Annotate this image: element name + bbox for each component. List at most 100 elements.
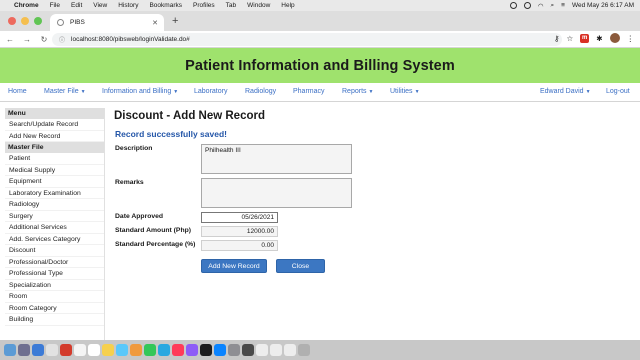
nav-pharmacy[interactable]: Pharmacy [293,88,325,95]
extension-puzzle-icon[interactable]: ✱ [596,34,602,43]
podcasts-icon[interactable] [186,344,198,356]
forward-icon[interactable]: → [20,35,34,44]
nav-master-file[interactable]: Master File ▼ [44,88,86,95]
standard-amount-field[interactable]: 12000.00 [201,226,278,237]
sidebar-item-search-update[interactable]: Search/Update Record [5,119,104,131]
contacts-icon[interactable] [74,344,86,356]
caret-down-icon: ▼ [173,89,179,95]
menu-history[interactable]: History [118,2,138,9]
nav-user-menu[interactable]: Edward David ▼ [540,88,591,95]
nav-master-file-label: Master File [44,88,79,95]
menu-edit[interactable]: Edit [71,2,82,9]
menu-window[interactable]: Window [247,2,270,9]
success-message: Record successfully saved! [115,129,227,139]
facetime-icon[interactable] [158,344,170,356]
sidebar-item-discount[interactable]: Discount [5,245,104,257]
settings-icon[interactable] [228,344,240,356]
sidebar-item-additional-services[interactable]: Additional Services [5,222,104,234]
sidebar-item-specialization[interactable]: Specialization [5,280,104,291]
nav-information-billing[interactable]: Information and Billing ▼ [102,88,178,95]
photos-icon[interactable] [130,344,142,356]
control-center-icon[interactable]: ≡ [561,2,565,9]
nav-utilities-label: Utilities [390,88,413,95]
wifi-icon[interactable]: ◠ [538,2,544,10]
menu-app-name[interactable]: Chrome [14,2,39,9]
sidebar-item-professional-doctor[interactable]: Professional/Doctor [5,257,104,268]
sidebar-item-patient[interactable]: Patient [5,153,104,165]
menu-view[interactable]: View [93,2,107,9]
messages-icon[interactable] [144,344,156,356]
extension-icon[interactable]: m [580,33,590,43]
menu-help[interactable]: Help [281,2,294,9]
address-bar[interactable]: ⓘ localhost:8080/pibsweb/loginValidate.d… [52,33,562,46]
menu-file[interactable]: File [50,2,60,9]
macos-menubar: Chrome File Edit View History Bookmarks … [0,0,640,11]
maximize-window-icon[interactable] [34,17,42,25]
minimize-window-icon[interactable] [21,17,29,25]
sidebar-item-professional-type[interactable]: Professional Type [5,268,104,280]
opera-icon[interactable] [60,344,72,356]
nav-utilities[interactable]: Utilities ▼ [390,88,420,95]
app-header: Patient Information and Billing System [0,48,640,83]
description-field[interactable]: Philhealth III [201,144,352,174]
sidebar-item-equipment[interactable]: Equipment [5,176,104,188]
nav-info-billing-label: Information and Billing [102,88,172,95]
terminal-icon[interactable] [242,344,254,356]
bookmark-star-icon[interactable]: ☆ [566,34,573,43]
more-menu-icon[interactable]: ⋮ [627,34,635,43]
search-icon[interactable]: ⌕ [551,2,555,10]
sidebar-item-add-services-category[interactable]: Add. Services Category [5,234,104,245]
sidebar-item-laboratory-examination[interactable]: Laboratory Examination [5,188,104,199]
app-navbar: Home Master File ▼ Information and Billin… [0,83,640,102]
chrome-icon[interactable] [46,344,58,356]
notes-icon[interactable] [102,344,114,356]
nav-home[interactable]: Home [8,88,27,95]
remarks-field[interactable] [201,178,352,208]
browser-tab[interactable]: PIBS ✕ [50,14,164,31]
add-new-record-button[interactable]: Add New Record [201,259,267,273]
window-thumbnail-icon[interactable] [256,344,268,356]
nav-logout[interactable]: Log-out [606,88,630,95]
tv-icon[interactable] [200,344,212,356]
music-icon[interactable] [172,344,184,356]
reminders-icon[interactable] [116,344,128,356]
window-thumbnail-icon[interactable] [284,344,296,356]
sidebar-item-radiology[interactable]: Radiology [5,199,104,211]
calendar-icon[interactable] [88,344,100,356]
back-icon[interactable]: ← [3,35,17,44]
menu-bookmarks[interactable]: Bookmarks [149,2,182,9]
sidebar-item-room-category[interactable]: Room Category [5,303,104,314]
nav-reports[interactable]: Reports ▼ [342,88,373,95]
new-tab-icon[interactable]: + [172,15,178,27]
sidebar-item-surgery[interactable]: Surgery [5,211,104,222]
standard-amount-label: Standard Amount (Php) [115,227,192,234]
key-icon[interactable]: ⚷ [554,34,560,43]
menubar-status-area: ◠ ⌕ ≡ Wed May 26 6:17 AM [509,0,634,11]
window-thumbnail-icon[interactable] [270,344,282,356]
sidebar-item-room[interactable]: Room [5,291,104,303]
finder-icon[interactable] [4,344,16,356]
status-icon[interactable] [509,2,517,9]
date-approved-field[interactable]: 05/26/2021 [201,212,278,223]
profile-avatar[interactable] [609,33,620,43]
safari-icon[interactable] [32,344,44,356]
launchpad-icon[interactable] [18,344,30,356]
standard-percentage-field[interactable]: 0.00 [201,240,278,251]
close-window-icon[interactable] [8,17,16,25]
close-button[interactable]: Close [276,259,325,273]
reload-icon[interactable]: ↻ [37,35,51,44]
info-icon[interactable]: ⓘ [59,35,65,44]
sidebar-item-medical-supply[interactable]: Medical Supply [5,165,104,176]
menubar-clock[interactable]: Wed May 26 6:17 AM [572,2,634,9]
sidebar-item-add-new[interactable]: Add New Record [5,131,104,142]
trash-icon[interactable] [298,344,310,356]
menu-profiles[interactable]: Profiles [193,2,215,9]
status-icon[interactable] [523,2,531,9]
nav-reports-label: Reports [342,88,367,95]
menu-tab[interactable]: Tab [226,2,236,9]
nav-radiology[interactable]: Radiology [245,88,276,95]
close-tab-icon[interactable]: ✕ [152,19,158,27]
nav-laboratory[interactable]: Laboratory [194,88,227,95]
sidebar-item-building[interactable]: Building [5,314,104,326]
app-store-icon[interactable] [214,344,226,356]
